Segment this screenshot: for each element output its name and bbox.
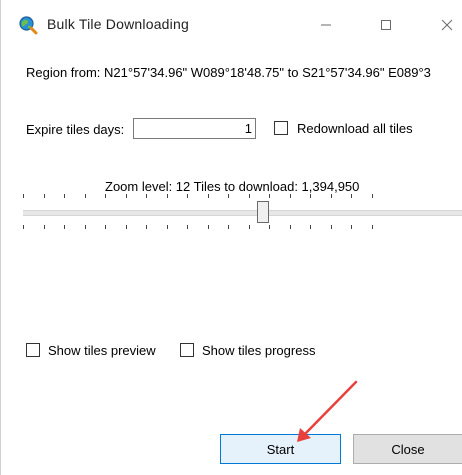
slider-tick: [105, 194, 106, 198]
slider-tick: [269, 194, 270, 198]
slider-ticks-top: [23, 194, 462, 199]
slider-tick: [64, 225, 65, 229]
slider-tick: [269, 225, 270, 229]
slider-tick: [310, 194, 311, 198]
show-progress-checkbox[interactable]: [180, 343, 194, 357]
expire-days-input[interactable]: [133, 118, 256, 139]
slider-tick: [228, 225, 229, 229]
slider-tick: [289, 225, 291, 229]
minimize-icon: [321, 24, 331, 26]
slider-tick: [330, 194, 332, 198]
maximize-icon: [381, 20, 391, 30]
expire-days-label: Expire tiles days:: [26, 122, 125, 137]
show-preview-checkbox[interactable]: [26, 343, 40, 357]
slider-tick: [146, 194, 147, 198]
slider-tick: [64, 194, 65, 198]
slider-tick: [84, 225, 86, 229]
window-title: Bulk Tile Downloading: [47, 16, 189, 32]
slider-tick: [187, 225, 188, 229]
slider-tick: [371, 194, 373, 198]
slider-tick: [351, 194, 352, 198]
close-icon: [441, 19, 453, 31]
slider-tick: [43, 194, 45, 198]
slider-tick: [166, 225, 168, 229]
slider-tick: [125, 225, 127, 229]
start-button[interactable]: Start: [220, 434, 341, 464]
zoom-slider-track[interactable]: [23, 210, 462, 216]
slider-tick: [166, 194, 168, 198]
slider-tick: [187, 194, 188, 198]
magnifier-globe-icon: [18, 15, 38, 35]
slider-tick: [146, 225, 147, 229]
slider-tick: [125, 194, 127, 198]
bulk-tile-downloading-window: Bulk Tile Downloading Region from: N21°5…: [0, 0, 462, 475]
slider-tick: [228, 194, 229, 198]
slider-tick: [310, 225, 311, 229]
slider-tick: [248, 194, 250, 198]
show-preview-label[interactable]: Show tiles preview: [48, 343, 156, 358]
slider-tick: [289, 194, 291, 198]
zoom-slider-thumb[interactable]: [257, 201, 269, 223]
slider-tick: [23, 225, 24, 229]
slider-tick: [330, 225, 332, 229]
zoom-level-label: Zoom level: 12 Tiles to download: 1,394,…: [105, 179, 360, 194]
slider-tick: [371, 225, 373, 229]
region-label: Region from: N21°57'34.96" W089°18'48.75…: [26, 65, 431, 80]
slider-tick: [23, 194, 24, 198]
slider-tick: [351, 225, 352, 229]
slider-tick: [43, 225, 45, 229]
minimize-button[interactable]: [306, 10, 346, 40]
redownload-checkbox[interactable]: [274, 121, 288, 135]
slider-tick: [84, 194, 86, 198]
title-bar[interactable]: Bulk Tile Downloading: [1, 0, 462, 50]
close-button[interactable]: Close: [353, 434, 462, 464]
slider-ticks-bottom: [23, 225, 462, 230]
close-window-button[interactable]: [427, 10, 462, 40]
slider-tick: [248, 225, 250, 229]
show-progress-label[interactable]: Show tiles progress: [202, 343, 315, 358]
maximize-button[interactable]: [366, 10, 406, 40]
slider-tick: [207, 225, 209, 229]
redownload-label[interactable]: Redownload all tiles: [297, 121, 413, 136]
slider-tick: [105, 225, 106, 229]
slider-tick: [207, 194, 209, 198]
